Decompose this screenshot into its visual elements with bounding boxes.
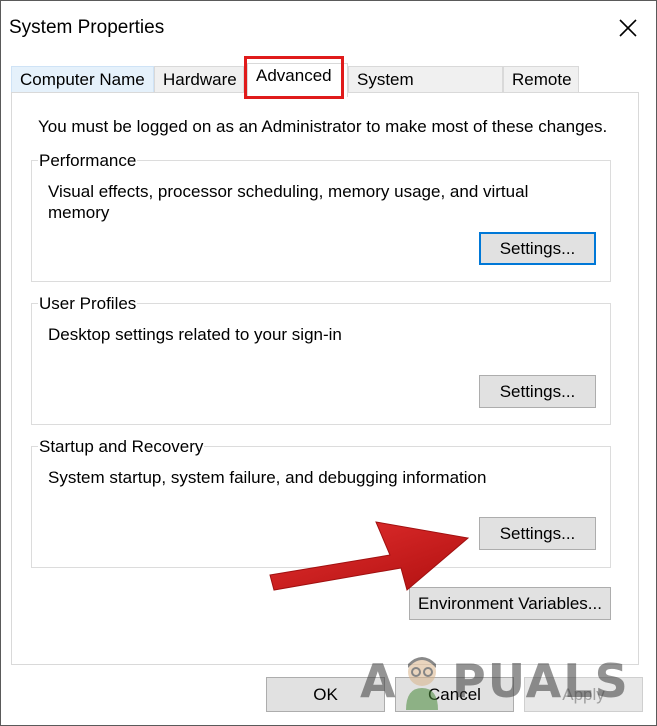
- user-profiles-group: User Profiles Desktop settings related t…: [31, 294, 611, 425]
- startup-recovery-group-label: Startup and Recovery: [38, 437, 205, 457]
- ok-button[interactable]: OK: [266, 677, 385, 712]
- user-profiles-description: Desktop settings related to your sign-in: [48, 325, 342, 344]
- advanced-tab-highlight: [244, 56, 344, 99]
- user-profiles-settings-button[interactable]: Settings...: [479, 375, 596, 408]
- window-title: System Properties: [9, 17, 165, 38]
- performance-settings-button[interactable]: Settings...: [479, 232, 596, 265]
- admin-notice: You must be logged on as an Administrato…: [38, 117, 608, 136]
- startup-recovery-group: Startup and Recovery System startup, sys…: [31, 437, 611, 568]
- tab-system-protection[interactable]: System Protection: [348, 66, 503, 115]
- tab-hardware[interactable]: Hardware: [154, 66, 244, 93]
- close-button[interactable]: [606, 6, 650, 50]
- apply-button[interactable]: Apply: [524, 677, 643, 712]
- performance-description: Visual effects, processor scheduling, me…: [48, 182, 529, 222]
- tab-remote[interactable]: Remote: [503, 66, 579, 93]
- tab-computer-name[interactable]: Computer Name: [11, 66, 154, 93]
- performance-group-label: Performance: [38, 151, 138, 171]
- startup-recovery-description: System startup, system failure, and debu…: [48, 468, 487, 487]
- startup-recovery-settings-button[interactable]: Settings...: [479, 517, 596, 550]
- close-icon: [619, 19, 637, 37]
- performance-group: Performance Visual effects, processor sc…: [31, 151, 611, 282]
- cancel-button[interactable]: Cancel: [395, 677, 514, 712]
- user-profiles-group-label: User Profiles: [38, 294, 138, 314]
- environment-variables-button[interactable]: Environment Variables...: [409, 587, 611, 620]
